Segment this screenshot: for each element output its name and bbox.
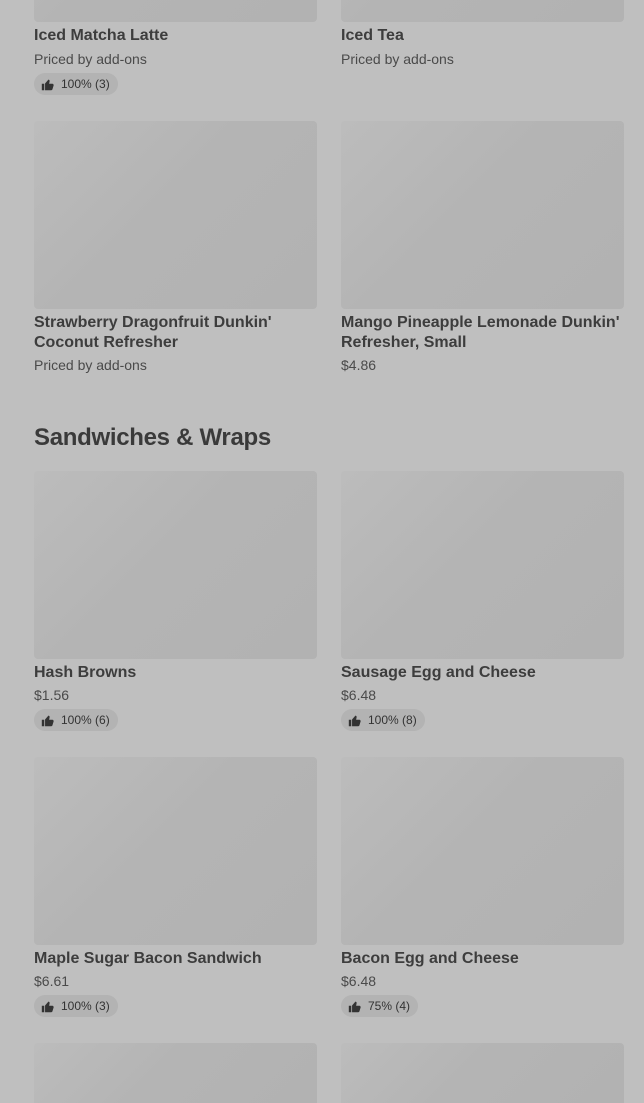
item-name: Hash Browns [34, 664, 137, 681]
item-price: $6.61 [34, 973, 70, 989]
item-image[interactable] [341, 471, 624, 659]
rating-text: 100% (3) [61, 77, 110, 91]
item-name: Iced Matcha Latte [34, 27, 169, 44]
rating-text: 100% (3) [61, 999, 110, 1013]
item-price: $6.48 [341, 687, 377, 703]
item-image[interactable] [341, 0, 624, 22]
thumbs-up-icon [348, 715, 361, 726]
rating-badge: 75% (4) [341, 995, 419, 1017]
rating-badge: 100% (3) [34, 995, 118, 1017]
item-image[interactable] [34, 1043, 317, 1103]
item-image[interactable] [341, 757, 624, 945]
item-image[interactable] [34, 471, 317, 659]
item-image[interactable] [341, 121, 624, 309]
item-price: Priced by add-ons [34, 357, 147, 373]
item-price: $6.48 [341, 973, 377, 989]
item-name: Maple Sugar Bacon Sandwich [34, 950, 262, 967]
item-price: $1.56 [34, 687, 70, 703]
rating-badge: 100% (6) [34, 709, 118, 731]
rating-text: 75% (4) [368, 999, 411, 1013]
thumbs-up-icon [41, 1001, 54, 1012]
item-image[interactable] [341, 1043, 624, 1103]
item-image[interactable] [34, 757, 317, 945]
rating-badge: 100% (8) [341, 709, 425, 731]
thumbs-up-icon [41, 79, 54, 90]
item-price: Priced by add-ons [341, 51, 454, 67]
item-name: Iced Tea [341, 27, 404, 44]
thumbs-up-icon [348, 1001, 361, 1012]
item-name: Mango Pineapple Lemonade Dunkin' Refresh… [341, 314, 620, 351]
item-price: $4.86 [341, 357, 377, 373]
rating-text: 100% (6) [61, 713, 110, 727]
section-title: Sandwiches & Wraps [34, 424, 271, 451]
rating-badge: 100% (3) [34, 73, 118, 95]
item-name: Bacon Egg and Cheese [341, 950, 519, 967]
item-image[interactable] [34, 0, 317, 22]
thumbs-up-icon [41, 715, 54, 726]
item-name: Strawberry Dragonfruit Dunkin' Coconut R… [34, 314, 272, 351]
rating-text: 100% (8) [368, 713, 417, 727]
item-image[interactable] [34, 121, 317, 309]
item-name: Sausage Egg and Cheese [341, 664, 536, 681]
item-price: Priced by add-ons [34, 51, 147, 67]
